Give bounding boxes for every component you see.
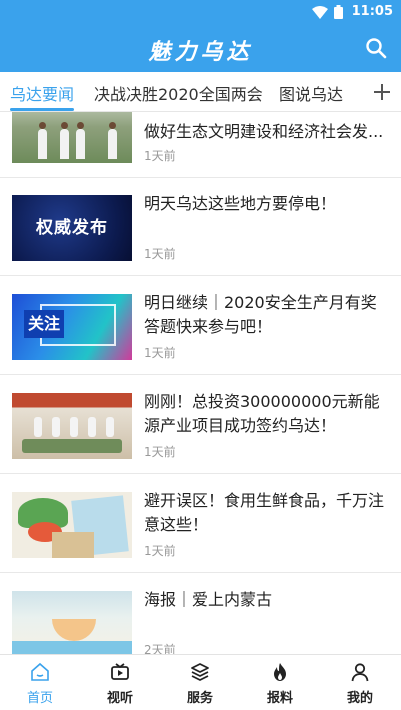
tv-icon xyxy=(111,663,129,680)
news-headline: 海报｜爱上内蒙古 xyxy=(144,590,273,609)
focus-graphic: 关注 xyxy=(12,294,132,360)
nav-profile-label: 我的 xyxy=(346,691,373,706)
status-time: 11:05 xyxy=(351,4,393,19)
tab-wuda-pictures[interactable]: 图说乌达 xyxy=(279,81,343,105)
person-icon xyxy=(351,663,369,682)
news-headline: 刚刚！总投资300000000元新能源产业项目成功签约乌达！ xyxy=(144,392,380,435)
wifi-icon xyxy=(312,5,328,19)
news-headline: 明日继续｜2020安全生产月有奖答题快来参与吧！ xyxy=(144,293,377,336)
search-icon[interactable] xyxy=(365,37,387,59)
nav-services-label: 服务 xyxy=(186,691,213,706)
news-time: 1天前 xyxy=(144,544,176,558)
news-time: 1天前 xyxy=(144,445,176,459)
fire-icon xyxy=(274,663,286,681)
home-icon xyxy=(31,662,49,681)
status-icons xyxy=(312,5,343,19)
battery-icon xyxy=(334,5,343,19)
field-visit-photo xyxy=(12,112,132,163)
tab-wuda-news[interactable]: 乌达要闻 xyxy=(10,81,74,105)
news-time: 2天前 xyxy=(144,643,176,654)
active-tab-indicator xyxy=(10,108,74,111)
news-item[interactable]: 做好生态文明建设和经济社会发... 1天前 xyxy=(0,112,401,178)
news-item[interactable]: 刚刚！总投资300000000元新能源产业项目成功签约乌达！ 1天前 xyxy=(0,376,401,474)
poster-graphic xyxy=(12,591,132,654)
nav-media[interactable]: 视听 xyxy=(80,655,160,710)
news-headline: 做好生态文明建设和经济社会发... xyxy=(144,122,384,141)
bottom-nav: 首页 视听 服务 报料 我的 xyxy=(0,654,401,710)
announcement-graphic: 权威发布 xyxy=(12,195,132,261)
news-time: 1天前 xyxy=(144,346,176,360)
news-item[interactable]: 海报｜爱上内蒙古 2天前 xyxy=(0,574,401,654)
news-feed[interactable]: 做好生态文明建设和经济社会发... 1天前 权威发布 明天乌达这些地方要停电！ … xyxy=(0,112,401,654)
news-item[interactable]: 避开误区！食用生鲜食品，千万注意这些！ 1天前 xyxy=(0,475,401,573)
tab-two-sessions[interactable]: 决战决胜2020全国两会 xyxy=(94,81,263,105)
news-item[interactable]: 权威发布 明天乌达这些地方要停电！ 1天前 xyxy=(0,178,401,276)
nav-home[interactable]: 首页 xyxy=(0,655,80,710)
status-bar: 11:05 xyxy=(0,0,401,24)
app-title: 魅力乌达 xyxy=(148,40,253,65)
nav-report[interactable]: 报料 xyxy=(240,655,320,710)
nav-report-label: 报料 xyxy=(266,691,293,706)
nav-services[interactable]: 服务 xyxy=(160,655,240,710)
nav-home-label: 首页 xyxy=(26,691,53,706)
add-channel-icon[interactable] xyxy=(363,72,401,111)
layers-icon xyxy=(191,663,209,681)
news-time: 1天前 xyxy=(144,149,176,163)
news-headline: 明天乌达这些地方要停电！ xyxy=(144,194,337,213)
focus-label: 关注 xyxy=(24,310,64,338)
nav-profile[interactable]: 我的 xyxy=(320,655,400,710)
news-time: 1天前 xyxy=(144,247,176,261)
news-headline: 避开误区！食用生鲜食品，千万注意这些！ xyxy=(144,491,385,534)
vegetables-graphic xyxy=(12,492,132,558)
app-bar: 魅力乌达 xyxy=(0,24,401,72)
nav-media-label: 视听 xyxy=(106,691,133,706)
news-item[interactable]: 关注 明日继续｜2020安全生产月有奖答题快来参与吧！ 1天前 xyxy=(0,277,401,375)
signing-meeting-photo xyxy=(12,393,132,459)
category-tabs: 乌达要闻 决战决胜2020全国两会 图说乌达 xyxy=(0,72,401,112)
